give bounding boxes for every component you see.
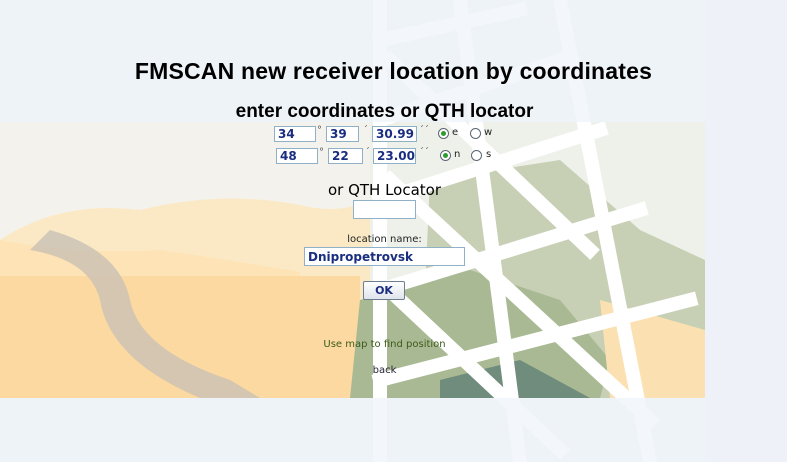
west-label: w: [484, 127, 493, 138]
east-label: e: [452, 127, 459, 138]
location-name-input[interactable]: [304, 247, 465, 266]
longitude-row: ° ´ ´´ e w: [274, 125, 504, 144]
latitude-seconds-input[interactable]: [373, 148, 416, 164]
qth-locator-label: or QTH Locator: [327, 181, 442, 199]
back-link[interactable]: back: [0, 365, 769, 376]
location-name-label: location name:: [347, 234, 422, 245]
longitude-minutes-input[interactable]: [326, 126, 359, 142]
page-subtitle: enter coordinates or QTH locator: [235, 101, 534, 122]
second-symbol: ´´: [419, 147, 429, 158]
latitude-row: ° ´ ´´ n s: [276, 147, 506, 166]
east-radio[interactable]: [438, 128, 449, 139]
degree-symbol: °: [317, 125, 322, 136]
latitude-degrees-input[interactable]: [276, 148, 318, 164]
use-map-link[interactable]: Use map to find position: [0, 339, 769, 350]
west-radio[interactable]: [470, 128, 481, 139]
minute-symbol: ´: [363, 125, 368, 136]
qth-locator-input[interactable]: [353, 200, 416, 219]
north-label: n: [454, 149, 461, 160]
minute-symbol: ´: [365, 147, 370, 158]
north-radio[interactable]: [440, 150, 451, 161]
south-label: s: [486, 149, 492, 160]
longitude-degrees-input[interactable]: [274, 126, 316, 142]
south-radio[interactable]: [471, 150, 482, 161]
receiver-location-form: FMSCAN new receiver location by coordina…: [0, 0, 787, 462]
second-symbol: ´´: [419, 125, 429, 136]
ok-button[interactable]: OK: [363, 281, 405, 300]
longitude-seconds-input[interactable]: [372, 126, 417, 142]
page-title: FMSCAN new receiver location by coordina…: [134, 58, 653, 84]
degree-symbol: °: [319, 147, 324, 158]
latitude-minutes-input[interactable]: [328, 148, 363, 164]
